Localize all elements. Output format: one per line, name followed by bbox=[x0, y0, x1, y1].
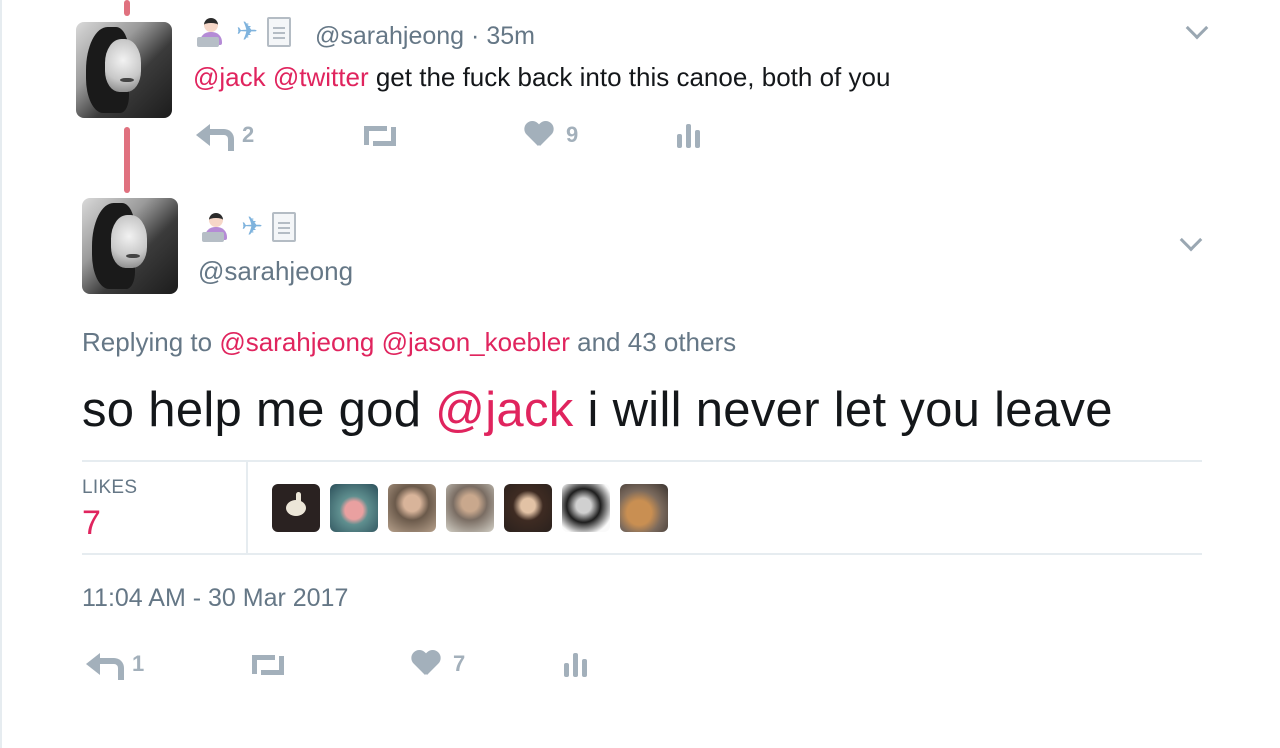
tweet-text: so help me god @jack i will never let yo… bbox=[82, 382, 1113, 438]
airplane-emoji-icon: ✈ bbox=[241, 212, 263, 242]
like-count: 9 bbox=[566, 122, 579, 147]
analytics-button[interactable] bbox=[676, 122, 702, 148]
heart-icon bbox=[524, 122, 554, 148]
retweet-icon bbox=[360, 122, 400, 148]
like-button[interactable]: 9 bbox=[524, 122, 676, 148]
tweet-body: get the fuck back into this canoe, both … bbox=[368, 62, 891, 92]
like-count: 7 bbox=[453, 651, 466, 676]
mention-link[interactable]: @jason_koebler bbox=[382, 327, 570, 357]
replying-to: Replying to @sarahjeong @jason_koebler a… bbox=[82, 327, 736, 358]
retweet-button[interactable] bbox=[360, 122, 524, 148]
likes-count[interactable]: 7 bbox=[82, 504, 101, 543]
timestamp[interactable]: 11:04 AM - 30 Mar 2017 bbox=[82, 584, 348, 613]
tweet-header: @sarahjeong · 35m bbox=[315, 22, 535, 51]
tweet-actions: 2 9 bbox=[196, 122, 702, 151]
user-handle[interactable]: @sarahjeong bbox=[315, 22, 464, 50]
airplane-emoji-icon: ✈ bbox=[236, 17, 258, 47]
liker-avatar[interactable] bbox=[620, 484, 668, 532]
tweet-time[interactable]: · 35m bbox=[471, 22, 535, 50]
tweet-body: i will never let you leave bbox=[573, 383, 1113, 437]
divider bbox=[246, 462, 248, 554]
liker-avatar[interactable] bbox=[272, 484, 320, 532]
liker-avatar[interactable] bbox=[504, 484, 552, 532]
avatar[interactable] bbox=[82, 198, 178, 294]
user-handle[interactable]: @sarahjeong bbox=[198, 256, 353, 287]
display-name-emojis: ✈ bbox=[195, 17, 291, 47]
analytics-button[interactable] bbox=[563, 651, 589, 677]
left-border bbox=[0, 0, 2, 748]
liker-avatar[interactable] bbox=[330, 484, 378, 532]
display-name-emojis: ✈ bbox=[200, 212, 296, 242]
reply-count: 1 bbox=[132, 651, 145, 676]
chevron-down-icon[interactable] bbox=[1179, 228, 1203, 252]
divider bbox=[82, 460, 1202, 462]
document-emoji-icon bbox=[267, 17, 291, 47]
retweet-button[interactable] bbox=[248, 651, 411, 677]
reply-icon bbox=[86, 651, 124, 680]
liker-avatar[interactable] bbox=[446, 484, 494, 532]
mention-link[interactable]: @twitter bbox=[273, 62, 369, 92]
mention-link[interactable]: @jack bbox=[193, 62, 266, 92]
mention-link[interactable]: @jack bbox=[435, 383, 573, 437]
reply-count: 2 bbox=[242, 122, 255, 147]
likers-list bbox=[272, 484, 668, 532]
replying-prefix: Replying to bbox=[82, 327, 220, 357]
reply-button[interactable]: 2 bbox=[196, 122, 360, 151]
technologist-emoji-icon bbox=[195, 17, 227, 47]
chevron-down-icon[interactable] bbox=[1185, 16, 1209, 40]
mention-link[interactable]: @sarahjeong bbox=[219, 327, 374, 357]
replying-suffix[interactable]: and 43 others bbox=[570, 327, 736, 357]
thread-line-connector bbox=[124, 127, 130, 193]
like-button[interactable]: 7 bbox=[411, 651, 563, 677]
retweet-icon bbox=[248, 651, 288, 677]
reply-icon bbox=[196, 122, 234, 151]
liker-avatar[interactable] bbox=[562, 484, 610, 532]
liker-avatar[interactable] bbox=[388, 484, 436, 532]
likes-label: LIKES bbox=[82, 477, 138, 498]
reply-button[interactable]: 1 bbox=[86, 651, 248, 680]
avatar[interactable] bbox=[76, 22, 172, 118]
thread-line-top bbox=[124, 0, 130, 16]
tweet-actions: 1 7 bbox=[86, 651, 589, 680]
stats-icon bbox=[676, 122, 702, 148]
tweet-text: @jack @twitter get the fuck back into th… bbox=[193, 62, 890, 93]
technologist-emoji-icon bbox=[200, 212, 232, 242]
tweet-body: so help me god bbox=[82, 383, 436, 437]
document-emoji-icon bbox=[272, 212, 296, 242]
divider bbox=[82, 553, 1202, 555]
stats-icon bbox=[563, 651, 589, 677]
heart-icon bbox=[411, 651, 441, 677]
